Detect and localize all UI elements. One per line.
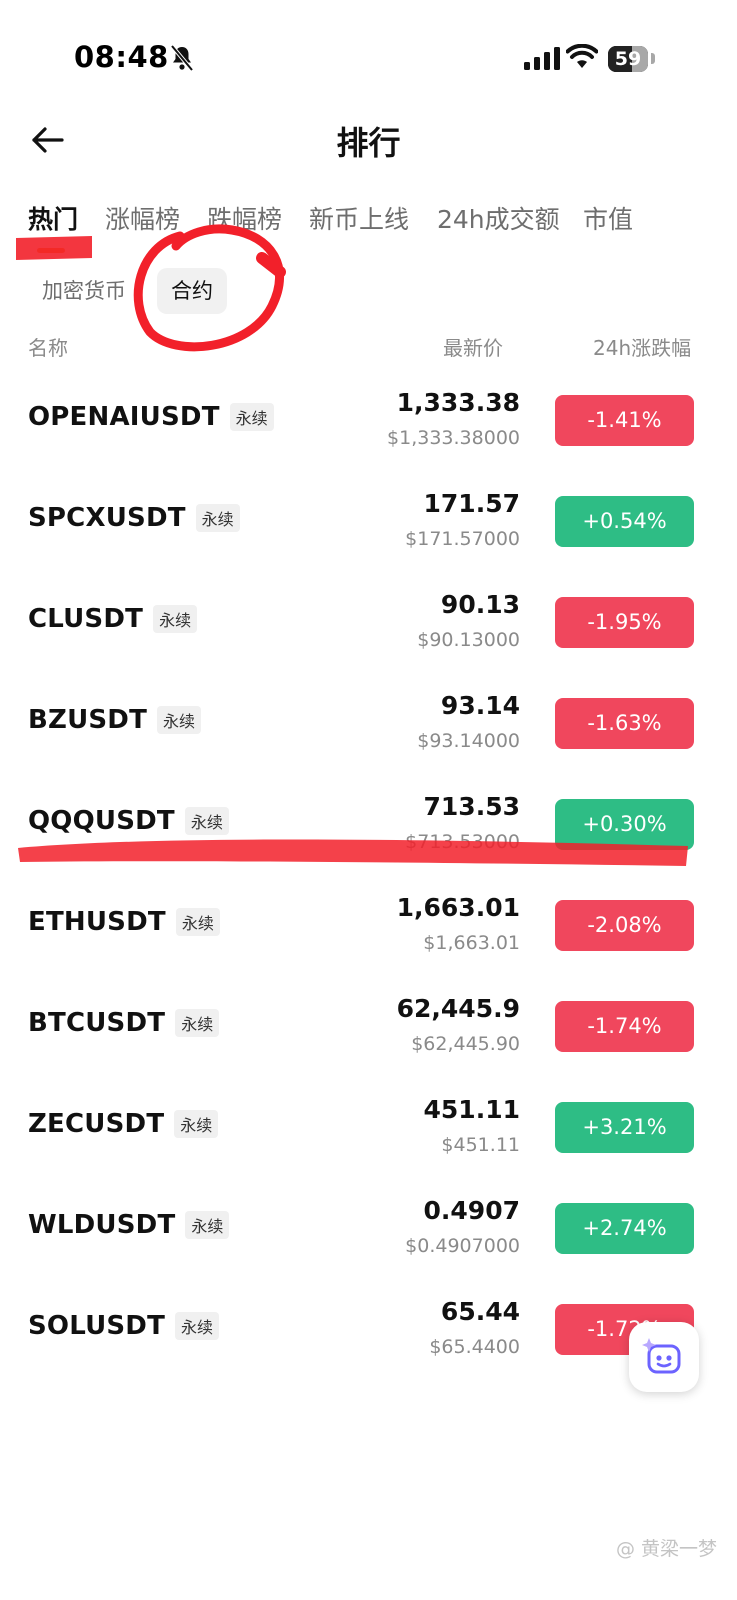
perpetual-badge: 永续	[175, 908, 220, 936]
ticker-symbol: SPCXUSDT	[28, 503, 186, 533]
usd-price: $451.11	[441, 1134, 520, 1156]
usd-price: $1,333.38000	[387, 427, 520, 449]
usd-price: $0.4907000	[405, 1235, 520, 1257]
signal-icon	[524, 47, 560, 70]
usd-price: $65.4400	[429, 1336, 520, 1358]
ticker-name-group: ETHUSDT 永续	[28, 907, 220, 937]
perpetual-badge: 永续	[175, 1312, 220, 1340]
column-header-price[interactable]: 最新价	[443, 332, 503, 361]
ai-assistant-button[interactable]	[629, 1322, 699, 1392]
tab-gainers[interactable]: 涨幅榜	[105, 200, 180, 236]
usd-price: $90.13000	[417, 629, 520, 651]
change-badge[interactable]: -1.63%	[555, 698, 694, 749]
perpetual-badge: 永续	[184, 807, 229, 835]
ticker-name-group: ZECUSDT 永续	[28, 1109, 219, 1139]
change-badge[interactable]: +0.30%	[555, 799, 694, 850]
perpetual-badge: 永续	[195, 504, 240, 532]
ticker-name-group: QQQUSDT 永续	[28, 806, 229, 836]
ticker-name-group: SPCXUSDT 永续	[28, 503, 240, 533]
column-header-name[interactable]: 名称	[28, 332, 68, 361]
tab-market-cap[interactable]: 市值	[583, 200, 633, 236]
usd-price: $93.14000	[417, 730, 520, 752]
status-time: 08:48	[74, 40, 169, 74]
ai-assistant-icon	[642, 1338, 681, 1374]
ticker-row[interactable]: SOLUSDT 永续 65.44 $65.4400 -1.72%	[0, 1281, 737, 1382]
ticker-symbol: CLUSDT	[28, 604, 144, 634]
segment-crypto[interactable]: 加密货币	[28, 268, 140, 314]
ticker-symbol: ZECUSDT	[28, 1109, 165, 1139]
last-price: 1,333.38	[396, 388, 520, 417]
ticker-row[interactable]: ZECUSDT 永续 451.11 $451.11 +3.21%	[0, 1079, 737, 1180]
battery-indicator: 59	[608, 46, 648, 72]
status-bar: 08:48 59	[0, 0, 737, 110]
perpetual-badge: 永续	[185, 1211, 230, 1239]
last-price: 451.11	[423, 1095, 520, 1124]
wifi-icon	[566, 44, 598, 68]
tab-new-listings[interactable]: 新币上线	[309, 200, 409, 236]
last-price: 0.4907	[423, 1196, 520, 1225]
bell-muted-icon	[170, 44, 194, 72]
segment-futures[interactable]: 合约	[157, 268, 227, 314]
last-price: 1,663.01	[396, 893, 520, 922]
ticker-row[interactable]: OPENAIUSDT 永续 1,333.38 $1,333.38000 -1.41%	[0, 372, 737, 473]
usd-price: $62,445.90	[411, 1033, 520, 1055]
usd-price: $171.57000	[405, 528, 520, 550]
ticker-name-group: OPENAIUSDT 永续	[28, 402, 274, 432]
ticker-name-group: WLDUSDT 永续	[28, 1210, 230, 1240]
ticker-name-group: BZUSDT 永续	[28, 705, 202, 735]
usd-price: $1,663.01	[423, 932, 520, 954]
perpetual-badge: 永续	[175, 1009, 220, 1037]
change-badge[interactable]: +0.54%	[555, 496, 694, 547]
ticker-symbol: SOLUSDT	[28, 1311, 166, 1341]
ticker-row[interactable]: ETHUSDT 永续 1,663.01 $1,663.01 -2.08%	[0, 877, 737, 978]
change-badge[interactable]: -1.95%	[555, 597, 694, 648]
ranking-tabs: 热门 涨幅榜 跌幅榜 新币上线 24h成交额 市值	[28, 200, 737, 240]
ticker-row[interactable]: CLUSDT 永续 90.13 $90.13000 -1.95%	[0, 574, 737, 675]
perpetual-badge: 永续	[157, 706, 202, 734]
ticker-row[interactable]: SPCXUSDT 永续 171.57 $171.57000 +0.54%	[0, 473, 737, 574]
perpetual-badge: 永续	[174, 1110, 219, 1138]
change-badge[interactable]: -1.41%	[555, 395, 694, 446]
ticker-symbol: ETHUSDT	[28, 907, 166, 937]
page-title: 排行	[336, 124, 401, 162]
tab-losers[interactable]: 跌幅榜	[207, 200, 282, 236]
ticker-row[interactable]: BZUSDT 永续 93.14 $93.14000 -1.63%	[0, 675, 737, 776]
column-header-change[interactable]: 24h涨跌幅	[593, 332, 691, 361]
watermark: @ 黄梁一梦	[615, 1538, 717, 1560]
last-price: 90.13	[440, 590, 520, 619]
perpetual-badge: 永续	[229, 403, 274, 431]
last-price: 171.57	[423, 489, 520, 518]
ticker-symbol: OPENAIUSDT	[28, 402, 220, 432]
ticker-symbol: BTCUSDT	[28, 1008, 166, 1038]
active-tab-indicator	[37, 248, 65, 253]
last-price: 93.14	[440, 691, 520, 720]
ticker-row[interactable]: QQQUSDT 永续 713.53 $713.53000 +0.30%	[0, 776, 737, 877]
ticker-name-group: SOLUSDT 永续	[28, 1311, 220, 1341]
ticker-row[interactable]: WLDUSDT 永续 0.4907 $0.4907000 +2.74%	[0, 1180, 737, 1281]
tab-24h-volume[interactable]: 24h成交额	[437, 200, 560, 236]
ticker-symbol: WLDUSDT	[28, 1210, 176, 1240]
last-price: 62,445.9	[396, 994, 520, 1023]
ticker-name-group: BTCUSDT 永续	[28, 1008, 220, 1038]
ticker-row[interactable]: BTCUSDT 永续 62,445.9 $62,445.90 -1.74%	[0, 978, 737, 1079]
battery-level: 59	[614, 48, 642, 70]
tab-hot[interactable]: 热门	[28, 200, 78, 236]
ticker-list: OPENAIUSDT 永续 1,333.38 $1,333.38000 -1.41% SP…	[0, 372, 737, 1382]
last-price: 65.44	[440, 1297, 520, 1326]
usd-price: $713.53000	[405, 831, 520, 853]
battery-tip	[651, 53, 655, 64]
last-price: 713.53	[423, 792, 520, 821]
ticker-symbol: BZUSDT	[28, 705, 148, 735]
annotation-circle-tail	[256, 252, 286, 278]
perpetual-badge: 永续	[153, 605, 198, 633]
ticker-name-group: CLUSDT 永续	[28, 604, 198, 634]
ticker-symbol: QQQUSDT	[28, 806, 175, 836]
change-badge[interactable]: -1.74%	[555, 1001, 694, 1052]
change-badge[interactable]: -2.08%	[555, 900, 694, 951]
change-badge[interactable]: +2.74%	[555, 1203, 694, 1254]
change-badge[interactable]: +3.21%	[555, 1102, 694, 1153]
